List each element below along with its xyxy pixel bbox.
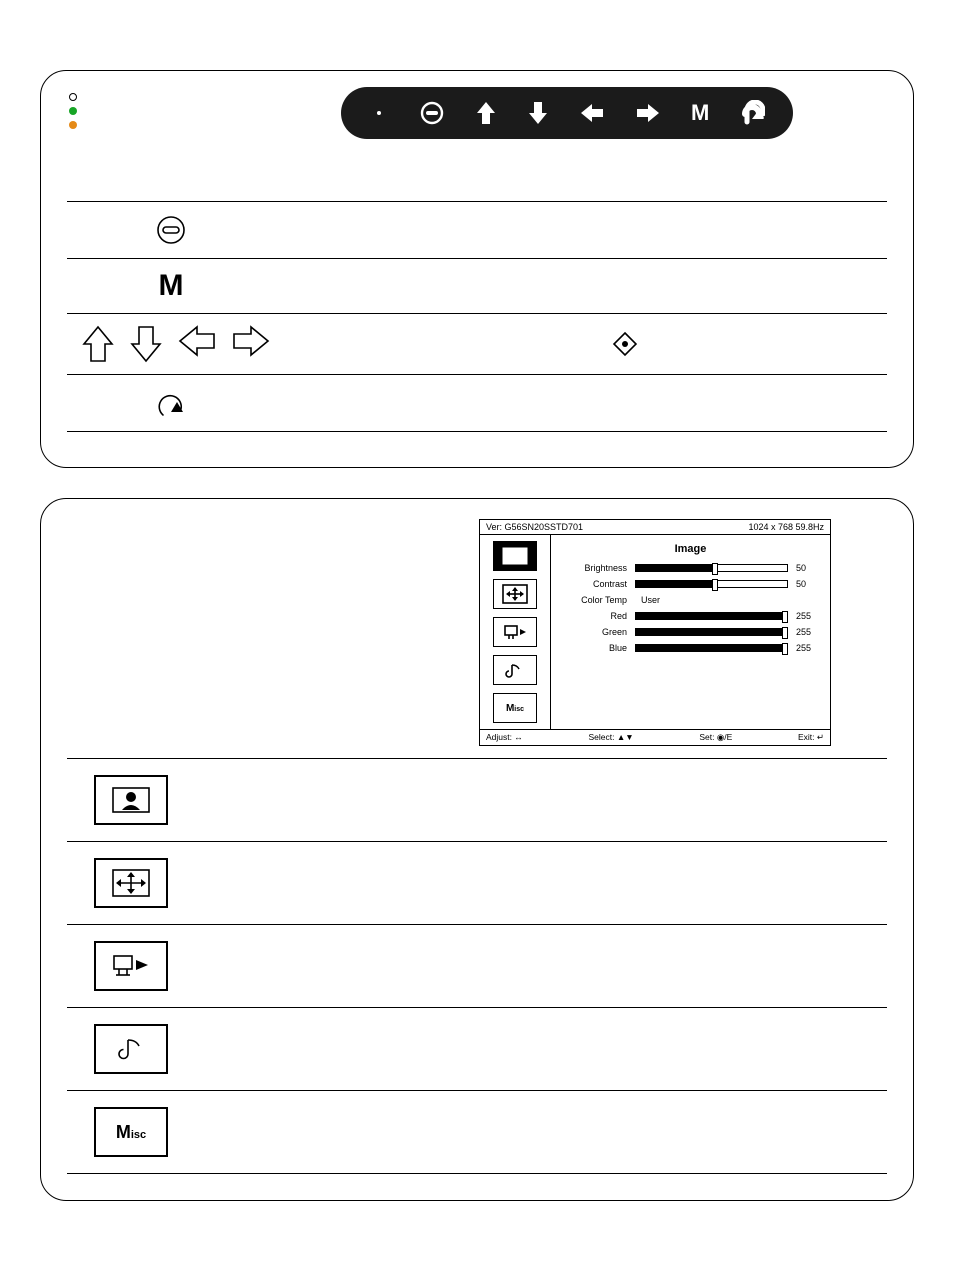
row-brightness[interactable]: Brightness 50 <box>561 563 820 573</box>
row-blue[interactable]: Blue 255 <box>561 643 820 653</box>
row-contrast[interactable]: Contrast 50 <box>561 579 820 589</box>
audio-tab-icon <box>94 1024 168 1074</box>
osd-title: Image <box>561 543 820 555</box>
row-red[interactable]: Red 255 <box>561 611 820 621</box>
tab-audio[interactable] <box>493 655 537 685</box>
legend-setup <box>67 925 887 1008</box>
return-icon <box>153 385 189 421</box>
menu-down-icon <box>129 324 163 364</box>
dot-icon <box>369 103 389 123</box>
tab-misc[interactable]: Misc <box>493 693 537 723</box>
row-return <box>67 375 887 432</box>
setup-tab-icon <box>94 941 168 991</box>
osd-mode: 1024 x 768 59.8Hz <box>748 522 824 532</box>
legend-image <box>67 758 887 842</box>
indicator-leds <box>69 93 77 129</box>
menu-down-icon <box>527 100 549 126</box>
menu-m-icon: M <box>159 269 184 303</box>
menu-left-icon <box>579 102 605 124</box>
controls-reference-panel: M M <box>40 70 914 468</box>
menu-m-icon: M <box>691 100 709 126</box>
tab-setup[interactable] <box>493 617 537 647</box>
legend-misc: Misc <box>67 1091 887 1174</box>
tab-position[interactable] <box>493 579 537 609</box>
tab-image[interactable] <box>493 541 537 571</box>
menu-up-icon <box>475 100 497 126</box>
menu-left-icon <box>177 324 217 358</box>
power-icon <box>419 100 445 126</box>
diamond-dot-icon <box>612 331 638 357</box>
menu-up-icon <box>81 324 115 364</box>
image-tab-icon <box>94 775 168 825</box>
legend-audio <box>67 1008 887 1091</box>
row-green[interactable]: Green 255 <box>561 627 820 637</box>
menu-right-icon <box>231 324 271 358</box>
footer-select: Select: ▲▼ <box>589 732 634 743</box>
row-colortemp[interactable]: Color Temp User <box>561 595 820 605</box>
footer-adjust: Adjust: ↔ <box>486 732 523 743</box>
legend-position <box>67 842 887 925</box>
osd-version: Ver: G56SN20SSTD701 <box>486 522 583 532</box>
row-arrows <box>67 314 887 375</box>
row-power <box>67 201 887 259</box>
position-tab-icon <box>94 858 168 908</box>
osd-window: Ver: G56SN20SSTD701 1024 x 768 59.8Hz Mi… <box>479 519 831 746</box>
row-menu: M <box>67 259 887 314</box>
footer-set: Set: ◉/E <box>699 732 732 743</box>
osd-reference-panel: Ver: G56SN20SSTD701 1024 x 768 59.8Hz Mi… <box>40 498 914 1201</box>
led-orange-icon <box>69 121 77 129</box>
led-hole-icon <box>69 93 77 101</box>
front-panel-buttons: M <box>341 87 793 139</box>
menu-right-icon <box>635 102 661 124</box>
return-icon <box>739 100 765 126</box>
misc-tab-icon: Misc <box>94 1107 168 1157</box>
led-green-icon <box>69 107 77 115</box>
osd-tab-list: Misc <box>480 535 551 729</box>
power-icon <box>153 212 189 248</box>
osd-footer: Adjust: ↔ Select: ▲▼ Set: ◉/E Exit: ↵ <box>480 729 830 745</box>
osd-content: Image Brightness 50 Contrast 50 Color Te… <box>551 535 830 729</box>
footer-exit: Exit: ↵ <box>798 732 824 743</box>
